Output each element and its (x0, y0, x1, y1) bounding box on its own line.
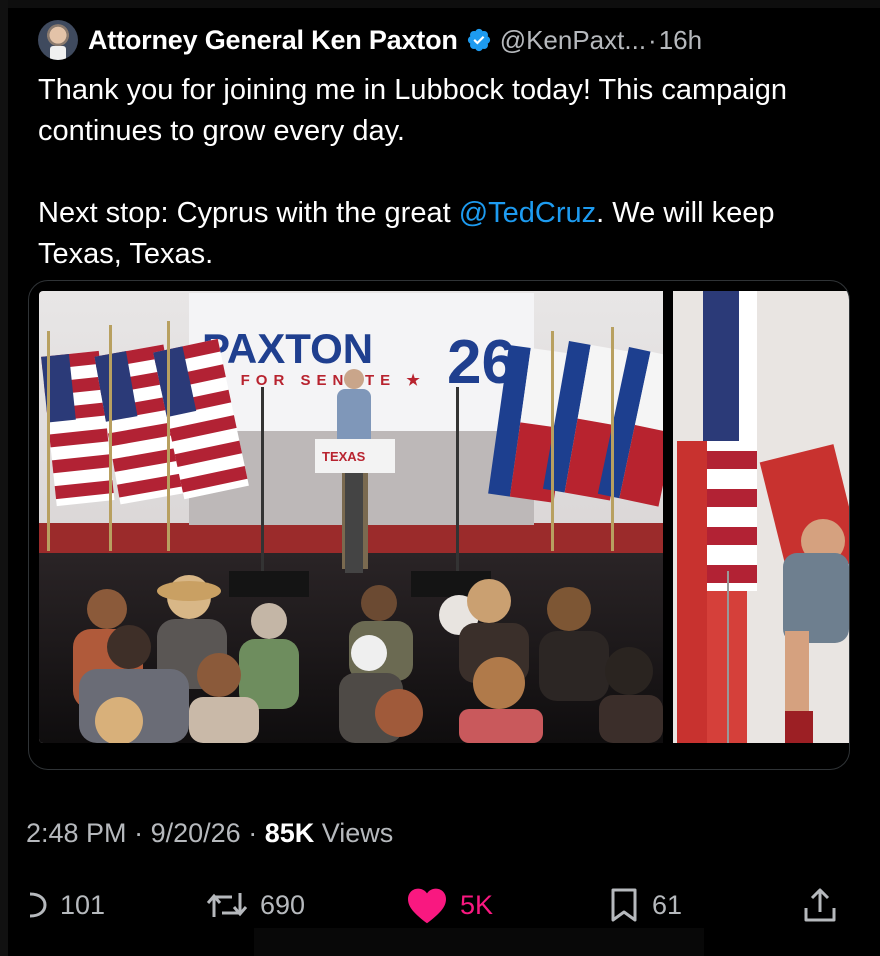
media-card[interactable]: PAXTON 26 ★ FOR SENATE ★ TEXAS (28, 280, 850, 770)
reply-count: 101 (60, 889, 106, 920)
action-bar: 101 690 5K 61 (0, 880, 880, 930)
rally-photo[interactable]: PAXTON 26 ★ FOR SENATE ★ TEXAS (39, 291, 663, 743)
like-button[interactable]: 5K (406, 880, 493, 930)
heart-icon (408, 888, 446, 924)
share-button[interactable] (802, 880, 838, 930)
post-time[interactable]: 2:48 PM (26, 818, 127, 848)
tweet-meta: 2:48 PM · 9/20/26 · 85K Views (26, 818, 393, 849)
repost-button[interactable]: 690 (206, 880, 305, 930)
banner-title: PAXTON (202, 325, 373, 372)
tweet-paragraph-2: Next stop: Cyprus with the great @TedCru… (38, 193, 818, 275)
flag-photo[interactable] (673, 291, 849, 743)
podium-sign: TEXAS (322, 449, 366, 464)
repost-icon (206, 893, 248, 917)
bookmark-count: 61 (652, 889, 683, 920)
tweet-paragraph-1: Thank you for joining me in Lubbock toda… (38, 74, 788, 147)
bookmark-icon (611, 888, 637, 922)
share-icon (804, 888, 836, 922)
meta-dot: · (248, 818, 258, 848)
mention-link[interactable]: @TedCruz (459, 197, 596, 229)
verified-badge-icon (467, 28, 490, 52)
avatar[interactable] (38, 20, 78, 60)
banner-subtitle: ★ FOR SENATE ★ (211, 372, 426, 389)
frame-left-edge (0, 0, 8, 956)
bookmark-button[interactable]: 61 (608, 880, 682, 930)
reply-icon (29, 892, 47, 918)
like-count: 5K (460, 889, 494, 920)
frame-top-edge (0, 0, 880, 8)
tweet-header: Attorney General Ken Paxton @KenPaxt... … (88, 20, 702, 60)
tweet-text-segment: Next stop: Cyprus with the great (38, 197, 459, 229)
post-date[interactable]: 9/20/26 (151, 818, 241, 848)
display-name[interactable]: Attorney General Ken Paxton (88, 25, 458, 56)
bottom-strip (254, 928, 704, 956)
views-label: Views (321, 818, 394, 848)
handle[interactable]: @KenPaxt... (500, 25, 646, 56)
tweet-text: Thank you for joining me in Lubbock toda… (38, 70, 818, 275)
tweet-time[interactable]: 16h (659, 25, 702, 56)
reply-button[interactable]: 101 (26, 880, 105, 930)
repost-count: 690 (260, 889, 306, 920)
views-count: 85K (264, 818, 315, 848)
separator-dot: · (648, 24, 657, 55)
meta-dot: · (134, 818, 144, 848)
